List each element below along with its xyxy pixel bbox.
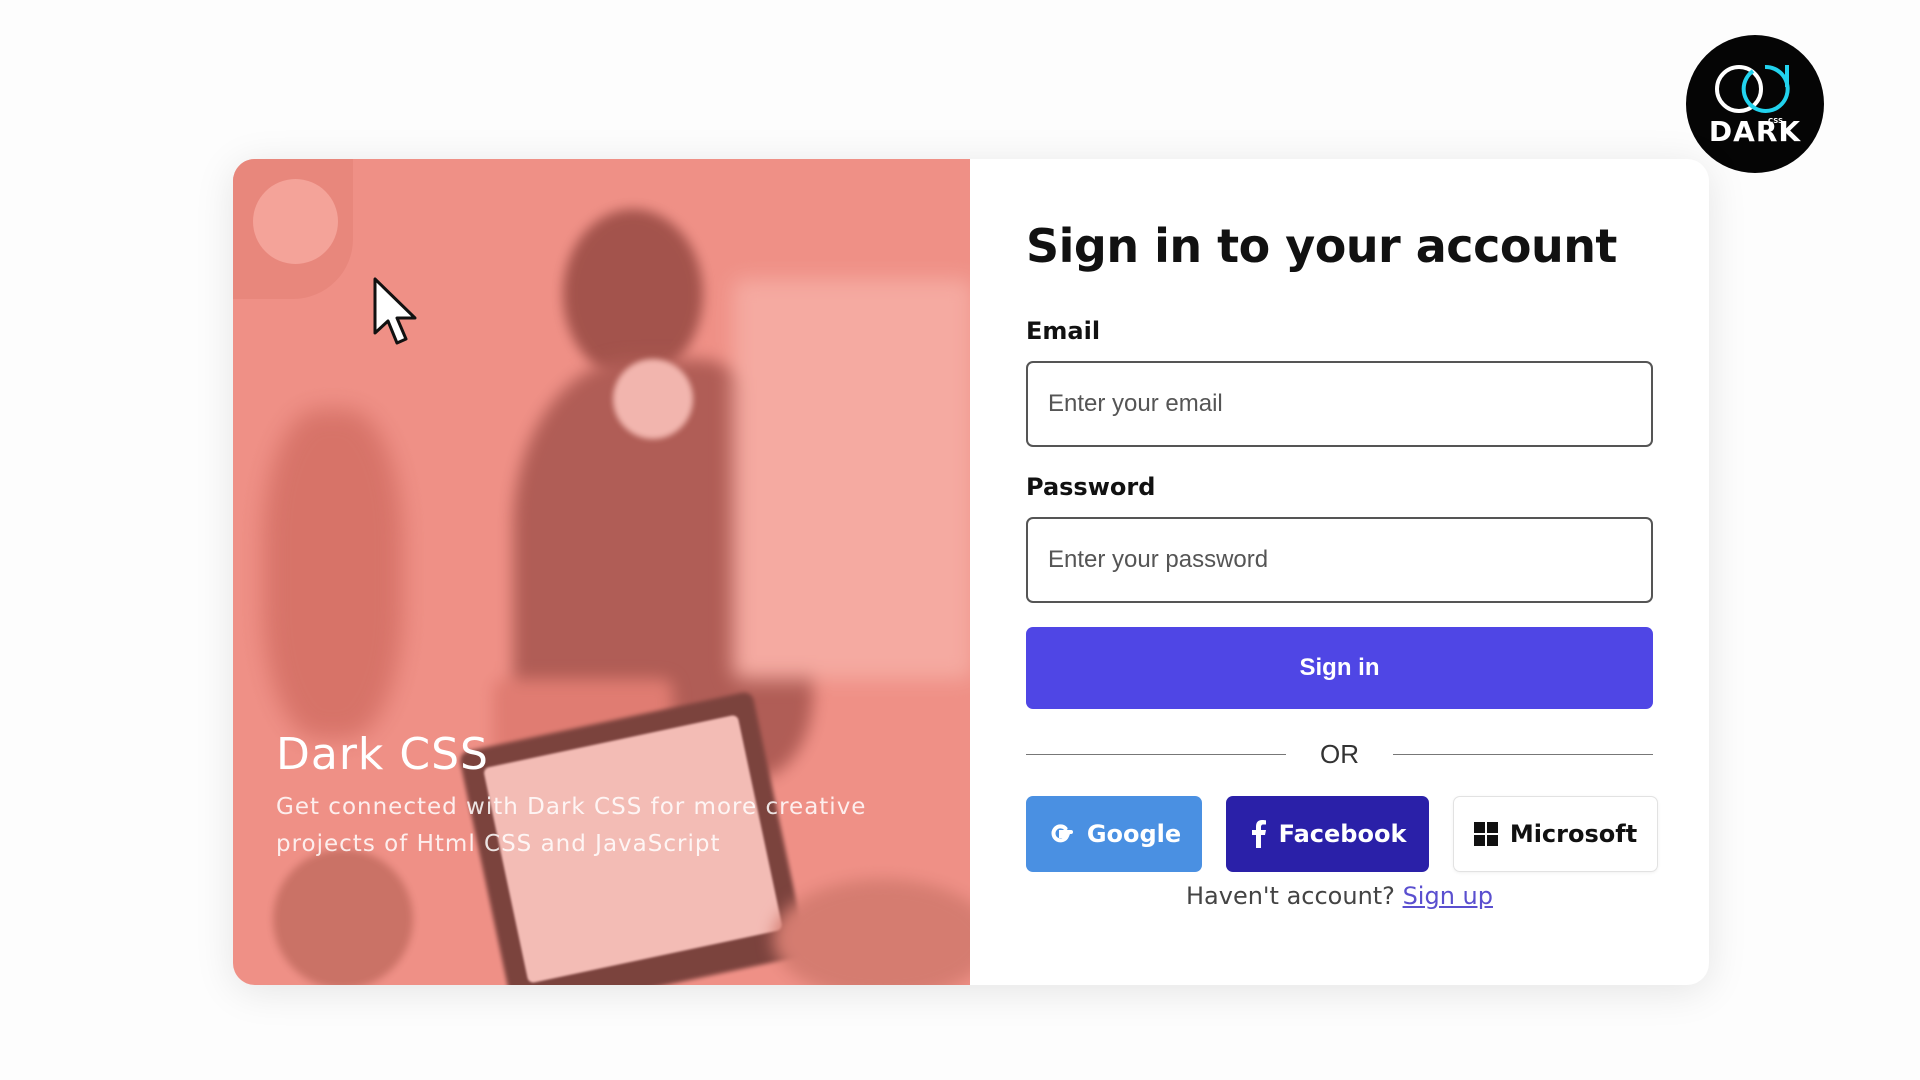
divider-line-right bbox=[1393, 754, 1653, 755]
password-input[interactable] bbox=[1026, 517, 1653, 603]
logo-sub-text: CSS bbox=[1768, 117, 1784, 125]
password-label: Password bbox=[1026, 473, 1156, 501]
microsoft-login-button[interactable]: Microsoft bbox=[1453, 796, 1658, 872]
hero-title: Dark CSS bbox=[276, 729, 489, 780]
hero-subtitle: Get connected with Dark CSS for more cre… bbox=[276, 794, 867, 857]
google-icon bbox=[1051, 824, 1073, 843]
or-divider: OR bbox=[1026, 739, 1653, 770]
signup-link[interactable]: Sign up bbox=[1403, 882, 1493, 910]
signin-button[interactable]: Sign in bbox=[1026, 627, 1653, 709]
facebook-login-button[interactable]: Facebook bbox=[1226, 796, 1429, 872]
page-title: Sign in to your account bbox=[1026, 219, 1617, 273]
facebook-label: Facebook bbox=[1278, 820, 1407, 848]
social-login-buttons: Google Facebook Microsoft bbox=[1026, 796, 1709, 872]
microsoft-label: Microsoft bbox=[1509, 820, 1638, 848]
google-label: Google bbox=[1086, 820, 1182, 848]
divider-line-left bbox=[1026, 754, 1286, 755]
dark-css-logo: CSS DARK bbox=[1686, 35, 1824, 173]
microsoft-icon bbox=[1473, 822, 1498, 846]
logo-text: DARK bbox=[1708, 114, 1802, 148]
hero-image-panel: Dark CSS Get connected with Dark CSS for… bbox=[233, 159, 970, 985]
logo-rings-icon bbox=[1715, 64, 1790, 113]
email-input[interactable] bbox=[1026, 361, 1653, 447]
cursor-icon bbox=[373, 277, 417, 345]
signup-prompt-text: Haven't account? bbox=[1186, 882, 1395, 910]
signin-form: Sign in to your account Email Password S… bbox=[970, 159, 1709, 985]
signin-card: Dark CSS Get connected with Dark CSS for… bbox=[233, 159, 1709, 985]
or-text: OR bbox=[1320, 739, 1359, 769]
facebook-icon bbox=[1251, 820, 1266, 848]
signup-prompt: Haven't account? Sign up bbox=[1026, 882, 1653, 910]
google-login-button[interactable]: Google bbox=[1026, 796, 1202, 872]
email-label: Email bbox=[1026, 317, 1101, 345]
